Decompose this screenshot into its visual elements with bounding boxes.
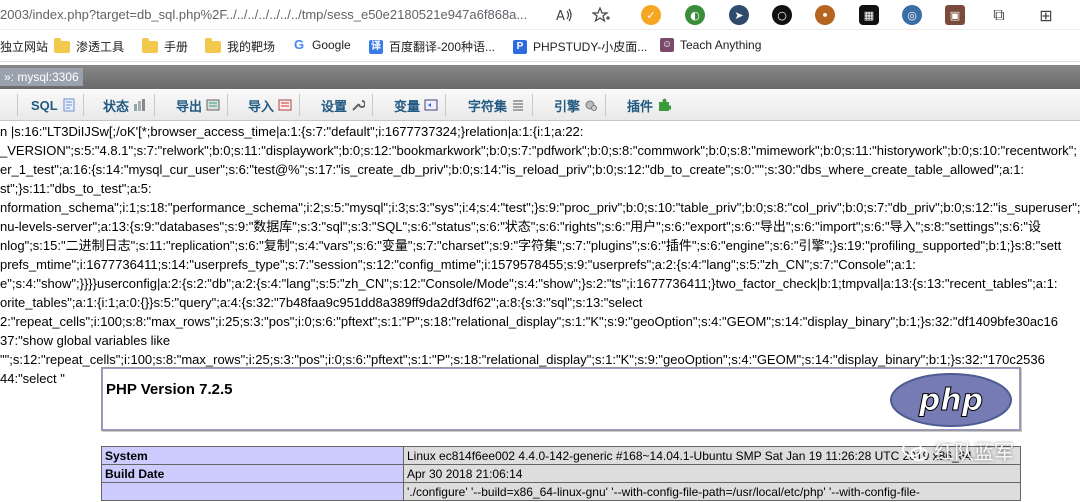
- dump-line: n |s:16:"LT3DiIJSw[;/oK'[*;browser_acces…: [0, 124, 584, 139]
- tab-label: 插件: [627, 98, 654, 114]
- extension-arrow-icon[interactable]: ➤: [729, 5, 749, 25]
- phpstudy-icon: P: [513, 39, 527, 54]
- tab-label: 变量: [394, 98, 421, 114]
- dump-line: 37:"show global variables like: [0, 333, 171, 348]
- bookmarks-bar: 独立网站 渗透工具 手册 我的靶场 G Google 译百度翻译-200种语...…: [0, 30, 1080, 62]
- bookmark-phpstudy[interactable]: P PHPSTUDY-小皮面...: [513, 38, 647, 55]
- table-value: Apr 30 2018 21:06:14: [403, 464, 1021, 483]
- watermark-text: 红队蓝军: [934, 440, 1014, 464]
- php-version-title: PHP Version 7.2.5: [106, 381, 233, 398]
- phpinfo-table: System Linux ec814f6ee002 4.4.0-142-gene…: [101, 446, 1021, 501]
- table-value: './configure' '--build=x86_64-linux-gnu'…: [403, 482, 1021, 501]
- status-icon: [134, 99, 146, 111]
- bookmark-label: Teach Anything: [680, 38, 762, 52]
- extension-orange-icon[interactable]: ✓: [641, 5, 661, 25]
- sql-icon: [63, 98, 75, 112]
- tab-label: 状态: [103, 98, 130, 114]
- folder-icon: [205, 37, 221, 53]
- bookmark-independent-site[interactable]: 独立网站: [0, 38, 48, 55]
- dump-line: nlog";s:15:"二进制日志";s:11:"replication";s:…: [0, 238, 1062, 253]
- import-icon: [278, 99, 292, 111]
- bookmark-label: PHPSTUDY-小皮面...: [533, 40, 648, 54]
- dump-line: prefs_mtime";i:1677736411;s:14:"userpref…: [0, 257, 916, 272]
- star-plus-icon[interactable]: [591, 5, 611, 25]
- bookmark-teach-anything[interactable]: ☺ Teach Anything: [660, 38, 761, 52]
- translate-icon: 译: [369, 39, 383, 54]
- watermark: 红队蓝军: [902, 436, 1014, 465]
- tab-import[interactable]: 导入: [248, 89, 301, 121]
- dump-line: _VERSION";s:5:"4.8.1";s:7:"relwork";b:0;…: [0, 143, 1078, 158]
- tab-label: 导入: [248, 98, 275, 114]
- dump-line: 2:"repeat_cells";i:100;s:8:"max_rows";i:…: [0, 314, 1059, 329]
- dump-line: nformation_schema";i:1;s:18:"performance…: [0, 200, 1080, 215]
- tab-label: 引擎: [554, 98, 581, 114]
- engine-icon: [585, 100, 598, 111]
- bookmark-label: 手册: [164, 40, 189, 54]
- puzzle-plugin-icon: [659, 98, 672, 111]
- extension-globe-icon[interactable]: ◐: [685, 5, 705, 25]
- php-logo-icon: php: [890, 373, 1012, 427]
- phpinfo-header: PHP Version 7.2.5 php: [101, 367, 1021, 431]
- tab-label: 设置: [321, 98, 348, 114]
- table-key: [101, 482, 404, 501]
- extension-circle-icon[interactable]: ○: [772, 5, 792, 25]
- tab-label: 字符集: [468, 98, 508, 114]
- table-row: './configure' '--build=x86_64-linux-gnu'…: [101, 482, 1021, 501]
- server-breadcrumb[interactable]: »: mysql:3306: [0, 68, 83, 86]
- server-tabs: SQL 状态 导出 导入 设置 变量 字符集 引擎 插件: [0, 89, 1080, 121]
- extension-compass-icon[interactable]: ◎: [902, 5, 922, 25]
- bookmark-label: 渗透工具: [76, 40, 125, 54]
- url-text[interactable]: 2003/index.php?target=db_sql.php%2F../..…: [0, 7, 527, 22]
- tab-label: SQL: [31, 97, 58, 113]
- table-key: System: [101, 446, 404, 465]
- session-file-content: n |s:16:"LT3DiIJSw[;/oK'[*;browser_acces…: [0, 122, 1080, 388]
- tab-sql[interactable]: SQL: [31, 89, 84, 121]
- extension-photo-icon[interactable]: ▣: [945, 5, 965, 25]
- php-logo-text: php: [918, 383, 983, 418]
- tab-settings[interactable]: 设置: [321, 89, 374, 121]
- puzzle-icon[interactable]: ⧉: [989, 5, 1009, 25]
- address-bar[interactable]: 2003/index.php?target=db_sql.php%2F../..…: [0, 0, 1080, 30]
- read-aloud-icon[interactable]: A: [555, 5, 575, 25]
- tab-status[interactable]: 状态: [103, 89, 156, 121]
- collections-icon[interactable]: ⊞: [1036, 5, 1056, 25]
- bookmark-baidu-translate[interactable]: 译百度翻译-200种语...: [369, 38, 495, 55]
- bookmark-folder-my-range[interactable]: 我的靶场: [205, 37, 276, 55]
- wrench-icon: [352, 100, 366, 111]
- export-icon: [206, 99, 220, 111]
- tab-charset[interactable]: 字符集: [468, 89, 534, 121]
- extension-grid-icon[interactable]: ▦: [859, 5, 879, 25]
- bookmark-label: 我的靶场: [227, 40, 276, 54]
- tab-databases-partial[interactable]: [0, 89, 18, 121]
- table-key: Build Date: [101, 464, 404, 483]
- dump-line: er_1_test";a:16:{s:14:"mysql_cur_user";s…: [0, 162, 1025, 177]
- variables-icon: [424, 99, 438, 111]
- tab-variables[interactable]: 变量: [394, 89, 447, 121]
- google-icon: G: [293, 37, 305, 52]
- table-row: Build Date Apr 30 2018 21:06:14: [101, 464, 1021, 483]
- svg-text:A: A: [556, 9, 565, 22]
- folder-icon: [54, 37, 70, 53]
- tab-engines[interactable]: 引擎: [554, 89, 607, 121]
- bookmark-label: 百度翻译-200种语...: [389, 40, 496, 54]
- wechat-icon: [902, 440, 928, 461]
- dump-line: orite_tables";a:1:{i:1;a:0:{}}s:5:"query…: [0, 295, 643, 310]
- teach-anything-icon: ☺: [660, 38, 674, 52]
- dump-line: e";s:4:"show";}}}}userconfig|a:2:{s:2:"d…: [0, 276, 1058, 291]
- tab-label: 导出: [176, 98, 203, 114]
- folder-icon: [142, 37, 158, 53]
- charset-icon: [513, 100, 524, 111]
- server-breadcrumb-bar: »: mysql:3306: [0, 65, 1080, 89]
- bookmark-label: 独立网站: [0, 40, 49, 54]
- tab-plugins[interactable]: 插件: [627, 89, 672, 121]
- bookmark-google[interactable]: G Google: [292, 37, 351, 53]
- bookmark-folder-manual[interactable]: 手册: [142, 37, 189, 55]
- dump-line: nu-levels-server";a:13:{s:9:"databases";…: [0, 219, 1042, 234]
- dump-line: st";}s:11:"dbs_to_test";a:5:: [0, 181, 152, 196]
- extension-cookie-icon[interactable]: •: [815, 5, 835, 25]
- bookmark-folder-pentest-tools[interactable]: 渗透工具: [54, 37, 125, 55]
- table-row: System Linux ec814f6ee002 4.4.0-142-gene…: [101, 446, 1021, 465]
- bookmark-label: Google: [312, 38, 351, 52]
- tab-export[interactable]: 导出: [176, 89, 229, 121]
